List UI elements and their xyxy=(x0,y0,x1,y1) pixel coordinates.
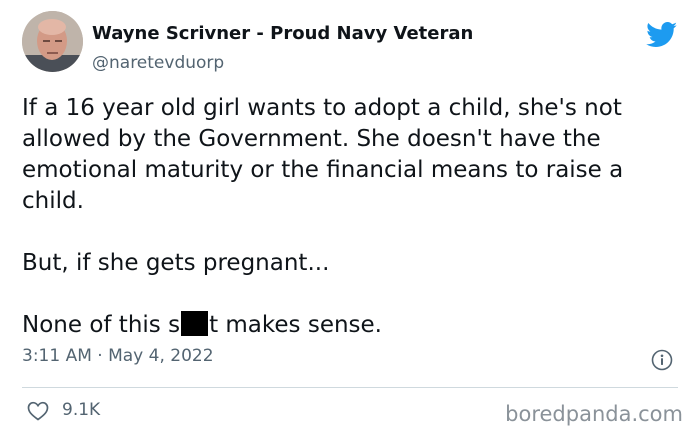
author-handle[interactable]: @naretevduorp xyxy=(92,53,224,73)
info-icon[interactable] xyxy=(651,349,673,371)
author-display-name[interactable]: Wayne Scrivner - Proud Navy Veteran xyxy=(92,23,473,44)
twitter-bird-icon[interactable] xyxy=(646,22,678,48)
censor-bar xyxy=(181,311,209,336)
like-count: 9.1K xyxy=(62,400,101,420)
avatar[interactable] xyxy=(22,11,83,72)
tweet-timestamp[interactable]: 3:11 AM · May 4, 2022 xyxy=(22,346,214,366)
tweet-paragraph-2: But, if she gets pregnant... xyxy=(22,250,330,276)
heart-icon[interactable] xyxy=(27,401,49,421)
tweet-text: If a 16 year old girl wants to adopt a c… xyxy=(22,93,682,341)
tweet-paragraph-1: If a 16 year old girl wants to adopt a c… xyxy=(22,95,624,214)
tweet-paragraph-3: None of this s t makes sense. xyxy=(22,310,682,341)
tweet-paragraph-3-end: t makes sense. xyxy=(209,312,382,338)
tweet-paragraph-3-start: None of this s xyxy=(22,312,181,338)
watermark: boredpanda.com xyxy=(505,402,683,426)
divider xyxy=(22,387,678,388)
